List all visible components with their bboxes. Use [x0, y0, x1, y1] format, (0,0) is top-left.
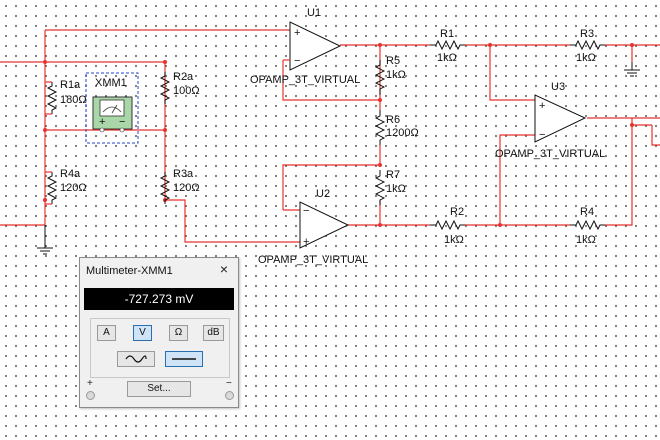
- label-r6-value: 1200Ω: [386, 127, 419, 139]
- label-r4-value: 1kΩ: [576, 234, 596, 246]
- mode-db-button[interactable]: dB: [203, 325, 224, 341]
- label-r6-ref: R6: [386, 114, 400, 126]
- label-r4a-value: 120Ω: [60, 182, 87, 194]
- close-icon[interactable]: ×: [216, 261, 232, 277]
- ground-symbol-right: [624, 62, 640, 77]
- plus-terminal[interactable]: [86, 391, 95, 400]
- label-r1-ref: R1: [440, 28, 454, 40]
- dc-line-icon: [172, 358, 196, 360]
- label-r3a-value: 120Ω: [173, 182, 200, 194]
- multimeter-controls-panel: A V Ω dB: [90, 318, 230, 378]
- label-r4-ref: R4: [580, 206, 594, 218]
- ac-sine-icon: [125, 355, 147, 363]
- mode-amps-button[interactable]: A: [97, 325, 116, 341]
- label-r3a-ref: R3a: [173, 168, 194, 180]
- ground-symbol-left: [37, 225, 53, 255]
- label-r3-ref: R3: [580, 28, 594, 40]
- svg-text:+: +: [99, 116, 105, 128]
- resistor-r5[interactable]: [374, 60, 386, 95]
- resistor-r3[interactable]: [570, 39, 605, 51]
- label-r7-value: 1kΩ: [386, 183, 406, 195]
- svg-text:+: +: [303, 236, 309, 248]
- resistor-r4[interactable]: [570, 219, 605, 231]
- label-r2a-value: 100Ω: [173, 85, 200, 97]
- mode-volts-button[interactable]: V: [133, 325, 152, 341]
- label-r2-value: 1kΩ: [444, 234, 464, 246]
- svg-text:−: −: [119, 116, 125, 128]
- opamp-u3[interactable]: + −: [534, 94, 587, 143]
- resistor-r2[interactable]: [430, 219, 465, 231]
- label-u3-model: OPAMP_3T_VIRTUAL: [495, 148, 605, 160]
- label-r1-value: 1kΩ: [437, 52, 457, 64]
- minus-terminal[interactable]: [225, 391, 234, 400]
- label-r3-value: 1kΩ: [576, 52, 596, 64]
- svg-text:−: −: [539, 129, 545, 141]
- resistor-r1a[interactable]: [46, 82, 58, 114]
- label-u2-model: OPAMP_3T_VIRTUAL: [258, 254, 368, 266]
- opamp-u2[interactable]: − +: [299, 201, 350, 249]
- wires: [0, 29, 660, 243]
- label-u1-ref: U1: [307, 7, 321, 19]
- label-r4a-ref: R4a: [60, 168, 81, 180]
- svg-text:+: +: [539, 100, 545, 112]
- plus-terminal-label: +: [87, 378, 93, 389]
- set-button[interactable]: Set...: [127, 381, 191, 397]
- svg-text:−: −: [294, 55, 300, 67]
- svg-text:−: −: [303, 205, 309, 217]
- label-u3-ref: U3: [551, 81, 565, 93]
- svg-text:+: +: [294, 27, 300, 39]
- multimeter-title: Multimeter-XMM1: [86, 265, 173, 277]
- label-u1-model: OPAMP_3T_VIRTUAL: [250, 74, 360, 86]
- multimeter-reading: -727.273 mV: [84, 288, 234, 310]
- resistor-r6[interactable]: [374, 110, 386, 145]
- label-r2-ref: R2: [450, 206, 464, 218]
- label-u2-ref: U2: [316, 188, 330, 200]
- ac-mode-button[interactable]: [117, 351, 155, 367]
- label-r7-ref: R7: [386, 169, 400, 181]
- label-xmm1-ref: XMM1: [95, 77, 127, 89]
- mode-ohms-button[interactable]: Ω: [169, 325, 188, 341]
- resistor-r1[interactable]: [430, 39, 465, 51]
- minus-terminal-label: −: [226, 378, 232, 389]
- label-r5-ref: R5: [386, 55, 400, 67]
- label-r5-value: 1kΩ: [386, 69, 406, 81]
- resistor-r7[interactable]: [374, 170, 386, 205]
- label-r1a-value: 180Ω: [60, 94, 87, 106]
- label-r2a-ref: R2a: [173, 71, 194, 83]
- multimeter-window[interactable]: Multimeter-XMM1 × -727.273 mV A V Ω dB S…: [79, 257, 239, 408]
- label-r1a-ref: R1a: [60, 79, 81, 91]
- dc-mode-button[interactable]: [165, 351, 203, 367]
- opamp-u1[interactable]: + −: [283, 21, 342, 71]
- resistor-r4a[interactable]: [46, 172, 58, 204]
